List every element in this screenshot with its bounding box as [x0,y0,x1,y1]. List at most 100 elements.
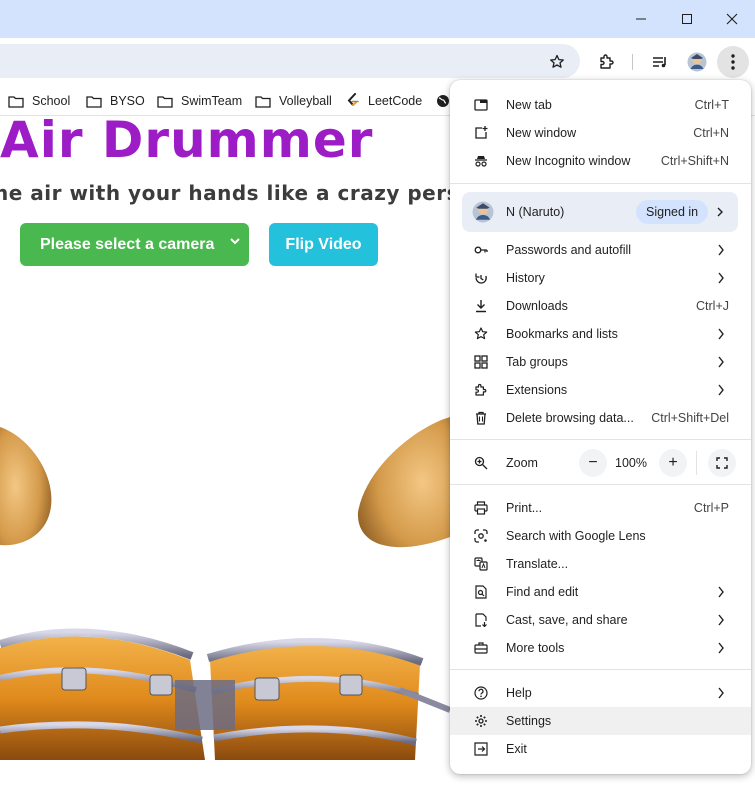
menu-item-more-tools[interactable]: More tools [450,634,751,662]
fullscreen-icon [716,457,728,469]
flip-video-button[interactable]: Flip Video [269,223,378,266]
menu-item-google-lens[interactable]: Search with Google Lens [450,522,751,550]
menu-label: Passwords and autofill [506,243,632,257]
globe-icon [437,95,449,107]
menu-item-downloads[interactable]: Downloads Ctrl+J [450,292,751,320]
menu-item-cast-save-share[interactable]: Cast, save, and share [450,606,751,634]
zoom-out-button[interactable]: − [579,449,607,477]
download-icon [476,300,486,313]
extensions-icon[interactable] [591,46,623,78]
menu-label: Tab groups [506,355,568,369]
exit-icon [474,742,488,756]
folder-icon [255,95,271,108]
menu-item-tab-groups[interactable]: Tab groups [450,348,751,376]
menu-label: More tools [506,641,565,655]
bookmark-label: BYSO [110,94,145,108]
menu-label: Delete browsing data... [506,411,634,425]
tab-groups-icon [474,355,488,369]
menu-divider [450,669,751,670]
fullscreen-button[interactable] [708,449,736,477]
folder-icon [86,95,102,108]
menu-item-extensions[interactable]: Extensions [450,376,751,404]
menu-label: New window [506,126,577,140]
menu-profile[interactable]: N (Naruto) Signed in [462,192,738,232]
menu-label: Exit [506,742,527,756]
maximize-icon[interactable] [664,0,710,38]
bookmark-swimteam[interactable]: SwimTeam [157,90,242,112]
status-badge: Signed in [636,200,709,224]
toolbar-divider [632,54,633,70]
menu-shortcut: Ctrl+T [694,98,729,112]
minimize-icon[interactable] [618,0,664,38]
menu-item-new-incognito[interactable]: New Incognito window Ctrl+Shift+N [450,147,751,175]
help-icon [474,686,488,700]
menu-item-passwords[interactable]: Passwords and autofill [450,236,751,264]
bookmark-school[interactable]: School [8,90,70,112]
menu-divider [450,183,751,184]
menu-shortcut: Ctrl+Shift+N [660,154,729,168]
avatar[interactable] [681,46,713,78]
menu-item-delete-browsing-data[interactable]: Delete browsing data... Ctrl+Shift+Del [450,404,751,432]
menu-divider [450,439,751,440]
title-bar [0,0,755,38]
menu-item-new-window[interactable]: New window Ctrl+N [450,119,751,147]
menu-label: Cast, save, and share [506,613,628,627]
chrome-menu: New tab Ctrl+T New window Ctrl+N New Inc… [450,80,751,774]
new-window-icon [475,126,488,139]
zoom-divider [696,451,697,475]
menu-item-translate[interactable]: Translate... [450,550,751,578]
star-icon[interactable] [541,46,573,78]
menu-item-print[interactable]: Print... Ctrl+P [450,494,751,522]
drum-kit-image [0,628,450,760]
menu-item-bookmarks[interactable]: Bookmarks and lists [450,320,751,348]
bookmark-label: School [32,94,71,108]
menu-label: Search with Google Lens [506,529,646,543]
menu-label: Find and edit [506,585,579,599]
gear-icon [475,715,487,727]
find-icon [475,585,487,599]
close-icon[interactable] [709,0,755,38]
zoom-icon [474,456,488,470]
translate-icon [474,557,488,571]
zoom-level: 100% [615,456,647,470]
address-bar[interactable] [0,44,580,78]
menu-label: Bookmarks and lists [506,327,618,341]
profile-name: N (Naruto) [506,205,565,219]
cymbal-right [357,417,450,548]
key-icon [474,246,488,254]
folder-icon [157,95,173,108]
menu-item-history[interactable]: History [450,264,751,292]
chevron-down-icon [230,238,240,245]
camera-select[interactable]: Please select a camera [20,223,249,266]
chevron-right-icon [718,356,724,368]
menu-label: Settings [506,714,552,728]
bookmark-label: LeetCode [368,94,423,108]
media-control-icon[interactable] [644,46,676,78]
chevron-right-icon [717,207,723,217]
menu-divider [450,484,751,485]
menu-item-exit[interactable]: Exit [450,735,751,763]
chevron-right-icon [718,384,724,396]
print-icon [474,501,488,515]
menu-item-find-and-edit[interactable]: Find and edit [450,578,751,606]
flip-video-label: Flip Video [285,235,362,253]
menu-item-new-tab[interactable]: New tab Ctrl+T [450,91,751,119]
chevron-right-icon [718,244,724,256]
menu-item-settings[interactable]: Settings [450,707,751,735]
menu-item-help[interactable]: Help [450,679,751,707]
bookmark-label: Volleyball [279,94,332,108]
chevron-right-icon [718,272,724,284]
bookmark-leetcode[interactable]: LeetCode [346,90,422,112]
more-vert-icon[interactable] [717,46,749,78]
menu-label: Extensions [506,383,568,397]
bookmark-volleyball[interactable]: Volleyball [255,90,332,112]
menu-label: Translate... [506,557,569,571]
chevron-right-icon [718,614,724,626]
bookmark-label: SwimTeam [181,94,243,108]
browser-toolbar [0,38,755,86]
chevron-right-icon [718,642,724,654]
history-icon [475,273,487,284]
bookmark-byso[interactable]: BYSO [86,90,145,112]
menu-shortcut: Ctrl+N [693,126,729,140]
zoom-in-button[interactable]: + [659,449,687,477]
